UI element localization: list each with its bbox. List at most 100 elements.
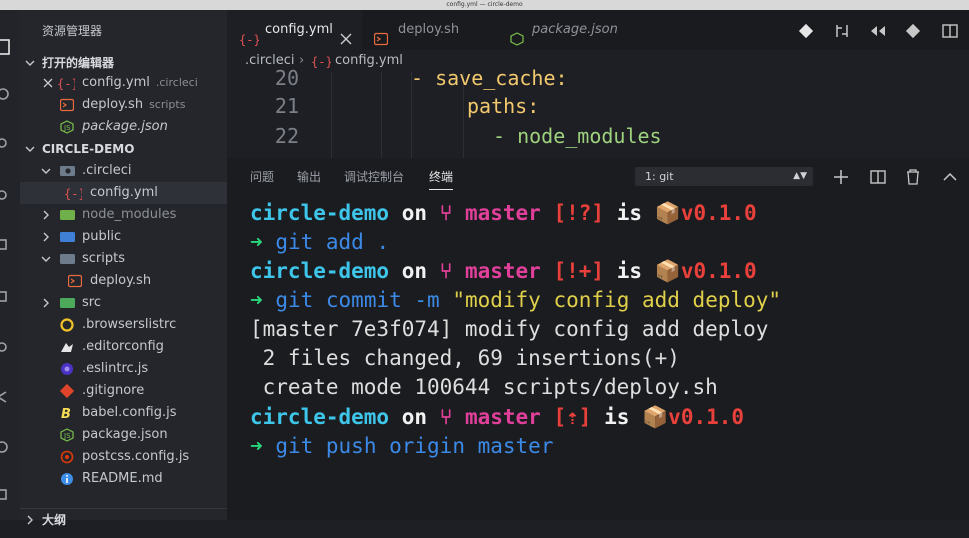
tab-label: deploy.sh bbox=[398, 22, 460, 37]
tree-file-browserslistrc[interactable]: .browserslistrc bbox=[20, 314, 227, 336]
tree-file-postcss-config[interactable]: postcss.config.js bbox=[20, 446, 227, 468]
scripts-folder-icon bbox=[60, 252, 75, 266]
package-icon: 📦 bbox=[654, 259, 681, 283]
tab-terminal[interactable]: 终端 bbox=[429, 158, 454, 196]
terminal-command-line: ➜ git push origin master bbox=[250, 434, 554, 458]
outline-label: 大纲 bbox=[42, 513, 67, 527]
open-editors-header[interactable]: 打开的编辑器 bbox=[20, 52, 227, 74]
compare-changes-icon[interactable] bbox=[833, 22, 851, 40]
plus-icon[interactable] bbox=[832, 168, 850, 186]
terminal-select[interactable]: 1: git ▲▼ bbox=[635, 167, 813, 186]
tab-problems[interactable]: 问题 bbox=[250, 158, 274, 196]
breadcrumb-file[interactable]: config.yml bbox=[335, 50, 403, 72]
yaml-file-icon: {-} bbox=[57, 76, 79, 91]
shell-file-icon bbox=[59, 98, 75, 112]
src-folder-icon bbox=[60, 296, 75, 310]
explorer-icon[interactable] bbox=[0, 32, 20, 62]
open-editor-name: deploy.sh bbox=[82, 97, 144, 112]
split-editor-icon[interactable] bbox=[941, 22, 959, 40]
terminal-output-line: 2 files changed, 69 insertions(+) bbox=[250, 346, 680, 370]
tree-file-gitignore[interactable]: .gitignore bbox=[20, 380, 227, 402]
nodejs-file-icon: JS bbox=[60, 428, 74, 442]
tab-config-yml[interactable]: {-} config.yml bbox=[227, 10, 362, 50]
go-back-icon[interactable] bbox=[869, 22, 887, 40]
tree-item-label: .browserslistrc bbox=[82, 317, 177, 332]
svg-text:{-}: {-} bbox=[57, 77, 75, 90]
explorer-title: 资源管理器 bbox=[42, 24, 103, 38]
package-icon: 📦 bbox=[654, 201, 681, 225]
trash-icon[interactable] bbox=[904, 168, 922, 186]
tree-item-label: package.json bbox=[82, 427, 168, 442]
code-line: - save_cache: bbox=[411, 66, 568, 90]
chevron-up-icon[interactable] bbox=[941, 168, 959, 186]
tree-file-package-json[interactable]: JS package.json bbox=[20, 424, 227, 446]
search-icon[interactable] bbox=[0, 80, 20, 110]
tree-item-label: src bbox=[82, 295, 101, 310]
terminal-command-line: ➜ git add . bbox=[250, 230, 390, 254]
circleci-folder-icon bbox=[60, 164, 75, 178]
tab-output[interactable]: 输出 bbox=[297, 158, 321, 196]
browserslist-file-icon bbox=[60, 318, 74, 332]
window-titlebar: config.yml — circle-demo bbox=[0, 0, 969, 10]
tab-deploy-sh[interactable]: deploy.sh bbox=[362, 10, 497, 50]
tree-file-eslintrc[interactable]: .eslintrc.js bbox=[20, 358, 227, 380]
terminal-prompt-line: circle-demo on ⑂ master [!?] is 📦v0.1.0 bbox=[250, 201, 757, 225]
open-editor-item[interactable]: deploy.sh scripts bbox=[20, 94, 227, 116]
tree-file-readme[interactable]: README.md bbox=[20, 468, 227, 490]
open-editor-item[interactable]: JS package.json bbox=[20, 116, 227, 138]
tree-item-label: .eslintrc.js bbox=[82, 361, 149, 376]
svg-text:JS: JS bbox=[63, 124, 71, 132]
tree-item-label: deploy.sh bbox=[90, 273, 152, 288]
settings-icon[interactable] bbox=[0, 432, 20, 462]
shell-file-icon bbox=[67, 274, 83, 288]
open-editor-name: package.json bbox=[82, 119, 168, 134]
tree-folder-circleci[interactable]: .circleci bbox=[20, 160, 227, 182]
project-label: CIRCLE-DEMO bbox=[42, 142, 135, 156]
project-header[interactable]: CIRCLE-DEMO bbox=[20, 138, 227, 160]
svg-text:{-}: {-} bbox=[311, 55, 331, 68]
tree-folder-public[interactable]: public bbox=[20, 226, 227, 248]
editorconfig-file-icon bbox=[60, 340, 74, 354]
git-forward-icon[interactable] bbox=[904, 22, 922, 40]
tree-item-label: public bbox=[82, 229, 122, 244]
tab-debug-console[interactable]: 调试控制台 bbox=[344, 158, 404, 196]
tree-file-deploy-sh[interactable]: deploy.sh bbox=[20, 270, 227, 292]
split-terminal-icon[interactable] bbox=[869, 168, 887, 186]
open-editor-name: config.yml bbox=[82, 75, 150, 90]
tree-file-config-yml[interactable]: {-} config.yml bbox=[20, 182, 227, 204]
git-branch-icon: ⑂ bbox=[439, 259, 453, 283]
tab-terminal-label: 终端 bbox=[429, 170, 454, 184]
open-editor-folder: scripts bbox=[149, 98, 186, 111]
accounts-icon[interactable] bbox=[0, 480, 20, 510]
code-editor[interactable]: 20 - save_cache: 21 paths: 22 - node_mod… bbox=[227, 66, 969, 158]
line-number: 20 bbox=[274, 66, 299, 90]
node-folder-icon bbox=[60, 208, 75, 222]
terminal[interactable]: circle-demo on ⑂ master [!?] is 📦v0.1.0 … bbox=[227, 198, 969, 520]
tree-file-editorconfig[interactable]: .editorconfig bbox=[20, 336, 227, 358]
open-editor-item[interactable]: {-} config.yml .circleci bbox=[20, 72, 227, 94]
git-file-icon bbox=[59, 383, 75, 399]
git-diamond-icon[interactable] bbox=[797, 22, 815, 40]
svg-text:{-}: {-} bbox=[239, 33, 259, 46]
chevron-right-icon: › bbox=[299, 53, 305, 68]
extensions-icon[interactable] bbox=[0, 230, 20, 260]
tree-folder-scripts[interactable]: scripts bbox=[20, 248, 227, 270]
line-number: 22 bbox=[274, 124, 299, 148]
line-number: 21 bbox=[274, 94, 299, 118]
tree-item-label: postcss.config.js bbox=[82, 449, 190, 464]
remote-icon[interactable] bbox=[0, 282, 20, 312]
tree-item-label: node_modules bbox=[82, 207, 177, 222]
bottom-panel: 问题 输出 调试控制台 终端 1: git ▲▼ circle-demo on … bbox=[227, 158, 969, 520]
terminal-command-line: ➜ git commit -m "modify config add deplo… bbox=[250, 288, 782, 312]
breadcrumb: .circleci › {-} config.yml bbox=[227, 50, 969, 72]
explorer-sidebar: 资源管理器 打开的编辑器 {-} config.yml .circleci dep… bbox=[20, 10, 227, 527]
source-control-icon[interactable] bbox=[0, 128, 20, 158]
tree-folder-src[interactable]: src bbox=[20, 292, 227, 314]
tab-package-json[interactable]: package.json bbox=[497, 10, 637, 50]
history-icon[interactable] bbox=[0, 332, 20, 362]
share-icon[interactable] bbox=[0, 382, 20, 412]
terminal-output-line: create mode 100644 scripts/deploy.sh bbox=[250, 375, 718, 399]
tree-folder-node-modules[interactable]: node_modules bbox=[20, 204, 227, 226]
debug-icon[interactable] bbox=[0, 180, 20, 210]
tree-file-babel-config[interactable]: B babel.config.js bbox=[20, 402, 227, 424]
